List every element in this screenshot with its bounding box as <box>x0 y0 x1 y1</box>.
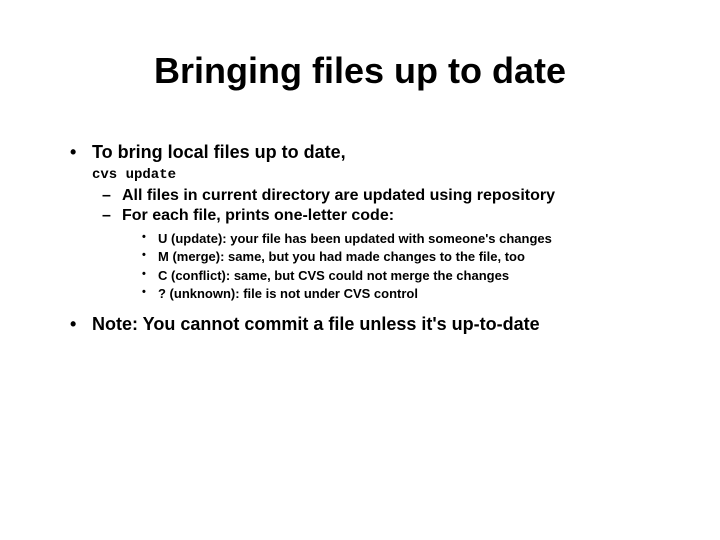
list-item: C (conflict): same, but CVS could not me… <box>142 268 660 284</box>
bullet-text: All files in current directory are updat… <box>122 187 555 204</box>
bullet-text: Note: You cannot commit a file unless it… <box>92 314 540 334</box>
list-item: All files in current directory are updat… <box>102 187 660 205</box>
bullet-text: For each file, prints one-letter code: <box>122 207 394 224</box>
list-item: M (merge): same, but you had made change… <box>142 249 660 265</box>
bullet-text: To bring local files up to date, <box>92 142 346 162</box>
list-item: ? (unknown): file is not under CVS contr… <box>142 286 660 302</box>
bullet-text: M (merge): same, but you had made change… <box>158 249 525 264</box>
bullet-list-level3: U (update): your file has been updated w… <box>122 231 660 302</box>
list-item: Note: You cannot commit a file unless it… <box>70 314 660 335</box>
bullet-text: U (update): your file has been updated w… <box>158 231 552 246</box>
bullet-list-level2: All files in current directory are updat… <box>92 187 660 302</box>
list-item: For each file, prints one-letter code: U… <box>102 207 660 302</box>
bullet-text: ? (unknown): file is not under CVS contr… <box>158 286 418 301</box>
code-command: cvs update <box>92 167 660 183</box>
slide-title: Bringing files up to date <box>60 50 660 92</box>
bullet-list-level1: To bring local files up to date, cvs upd… <box>60 142 660 335</box>
list-item: U (update): your file has been updated w… <box>142 231 660 247</box>
list-item: To bring local files up to date, cvs upd… <box>70 142 660 302</box>
bullet-text: C (conflict): same, but CVS could not me… <box>158 268 509 283</box>
